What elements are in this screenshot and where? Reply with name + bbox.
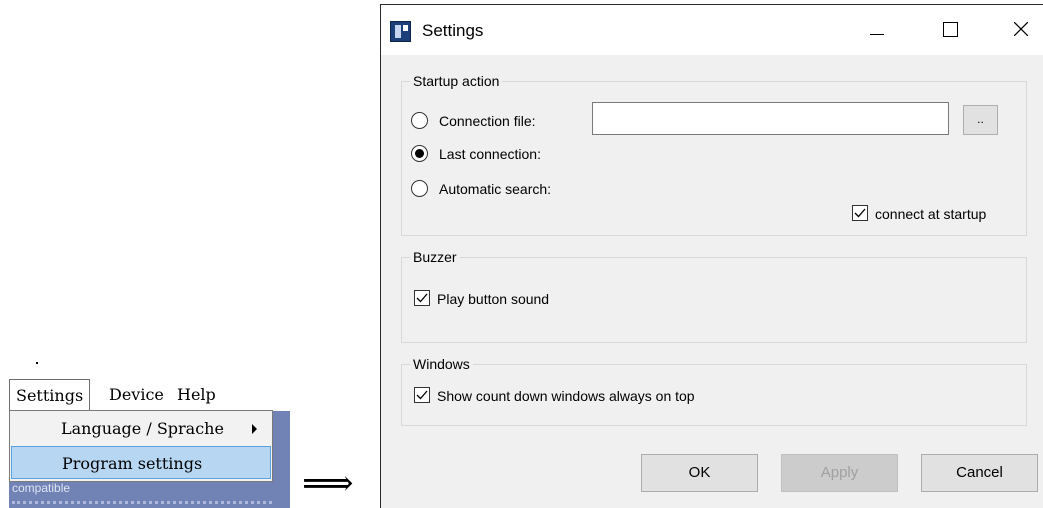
menu-help[interactable]: Help <box>171 379 222 411</box>
maximize-button[interactable] <box>926 5 972 55</box>
checkbox[interactable] <box>414 387 430 403</box>
always-on-top-label: Show count down windows always on top <box>437 388 695 404</box>
last-connection-label: Last connection: <box>439 146 541 162</box>
close-icon <box>1014 22 1028 36</box>
apply-button[interactable]: Apply <box>781 454 898 492</box>
checkbox[interactable] <box>852 205 868 221</box>
radio-button[interactable] <box>411 180 428 197</box>
close-button[interactable] <box>998 5 1043 55</box>
buzzer-title: Buzzer <box>410 248 460 266</box>
menu-bar: Settings Device Help <box>9 379 290 412</box>
dialog-title: Settings <box>422 21 484 40</box>
radio-button[interactable] <box>411 112 428 129</box>
settings-dialog: Settings Startup action Connection file:… <box>380 4 1043 508</box>
ok-button[interactable]: OK <box>641 454 758 492</box>
connect-at-startup-label: connect at startup <box>875 206 987 222</box>
chevron-right-icon <box>252 424 257 434</box>
menu-device[interactable]: Device <box>103 379 170 411</box>
connection-file-label: Connection file: <box>439 113 536 129</box>
browse-button[interactable]: .. <box>963 105 998 135</box>
checkbox[interactable] <box>414 290 430 306</box>
connection-file-input[interactable] <box>592 102 949 135</box>
dot <box>36 362 38 364</box>
copyright-smallprint <box>12 501 272 505</box>
checkmark-icon <box>416 390 428 400</box>
cancel-button[interactable]: Cancel <box>921 454 1038 492</box>
menu-item-language-label: Language / Sprache <box>61 419 224 438</box>
play-button-sound-label: Play button sound <box>437 291 550 307</box>
app-window-icon <box>390 21 411 42</box>
automatic-search-label: Automatic search: <box>439 181 552 197</box>
windows-title: Windows <box>410 355 473 373</box>
menu-settings[interactable]: Settings <box>9 379 91 412</box>
checkmark-icon <box>416 293 428 303</box>
implies-arrow: ⟹ <box>302 463 354 504</box>
menu-item-language[interactable]: Language / Sprache <box>11 412 271 445</box>
menu-item-program-settings[interactable]: Program settings <box>11 446 271 479</box>
radio-button-selected[interactable] <box>411 145 428 162</box>
settings-dropdown: Language / Sprache Program settings <box>9 410 273 482</box>
startup-action-title: Startup action <box>410 72 503 90</box>
title-bar: Settings <box>381 5 1043 55</box>
minimize-button[interactable] <box>853 5 899 55</box>
compatible-text: compatible <box>12 481 71 495</box>
checkmark-icon <box>854 208 866 218</box>
menu-item-program-settings-label: Program settings <box>62 454 203 473</box>
